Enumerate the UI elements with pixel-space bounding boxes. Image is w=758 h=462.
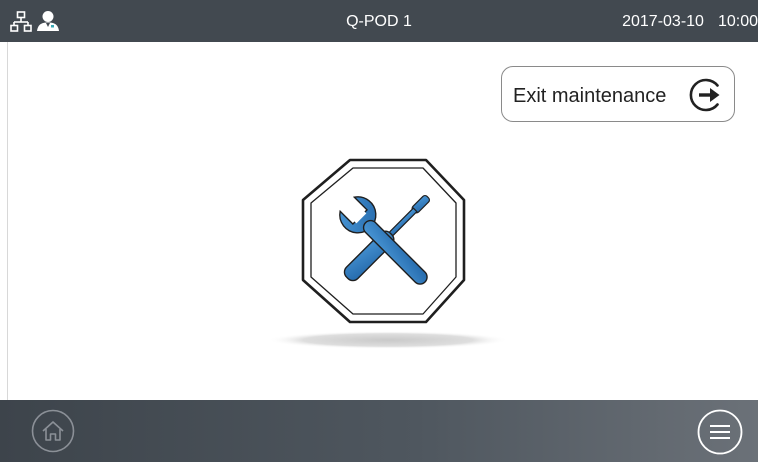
home-icon[interactable] [31,409,75,453]
network-icon [10,11,32,32]
bottom-nav-bar [0,400,758,462]
exit-maintenance-button[interactable]: Exit maintenance [501,66,735,122]
top-status-bar: Q-POD 1 2017-03-10 10:00 [0,0,758,42]
menu-icon[interactable] [697,409,743,455]
maintenance-wrench-screwdriver-icon [267,158,509,349]
date-label: 2017-03-10 [622,13,704,30]
datetime: 2017-03-10 10:00 [622,0,758,42]
maintenance-screen: Q-POD 1 2017-03-10 10:00 Exit maintenance [0,0,758,462]
exit-arrow-icon [689,78,720,112]
exit-maintenance-label: Exit maintenance [513,85,667,107]
time-label: 10:00 [717,13,758,30]
user-icon[interactable] [36,10,60,32]
